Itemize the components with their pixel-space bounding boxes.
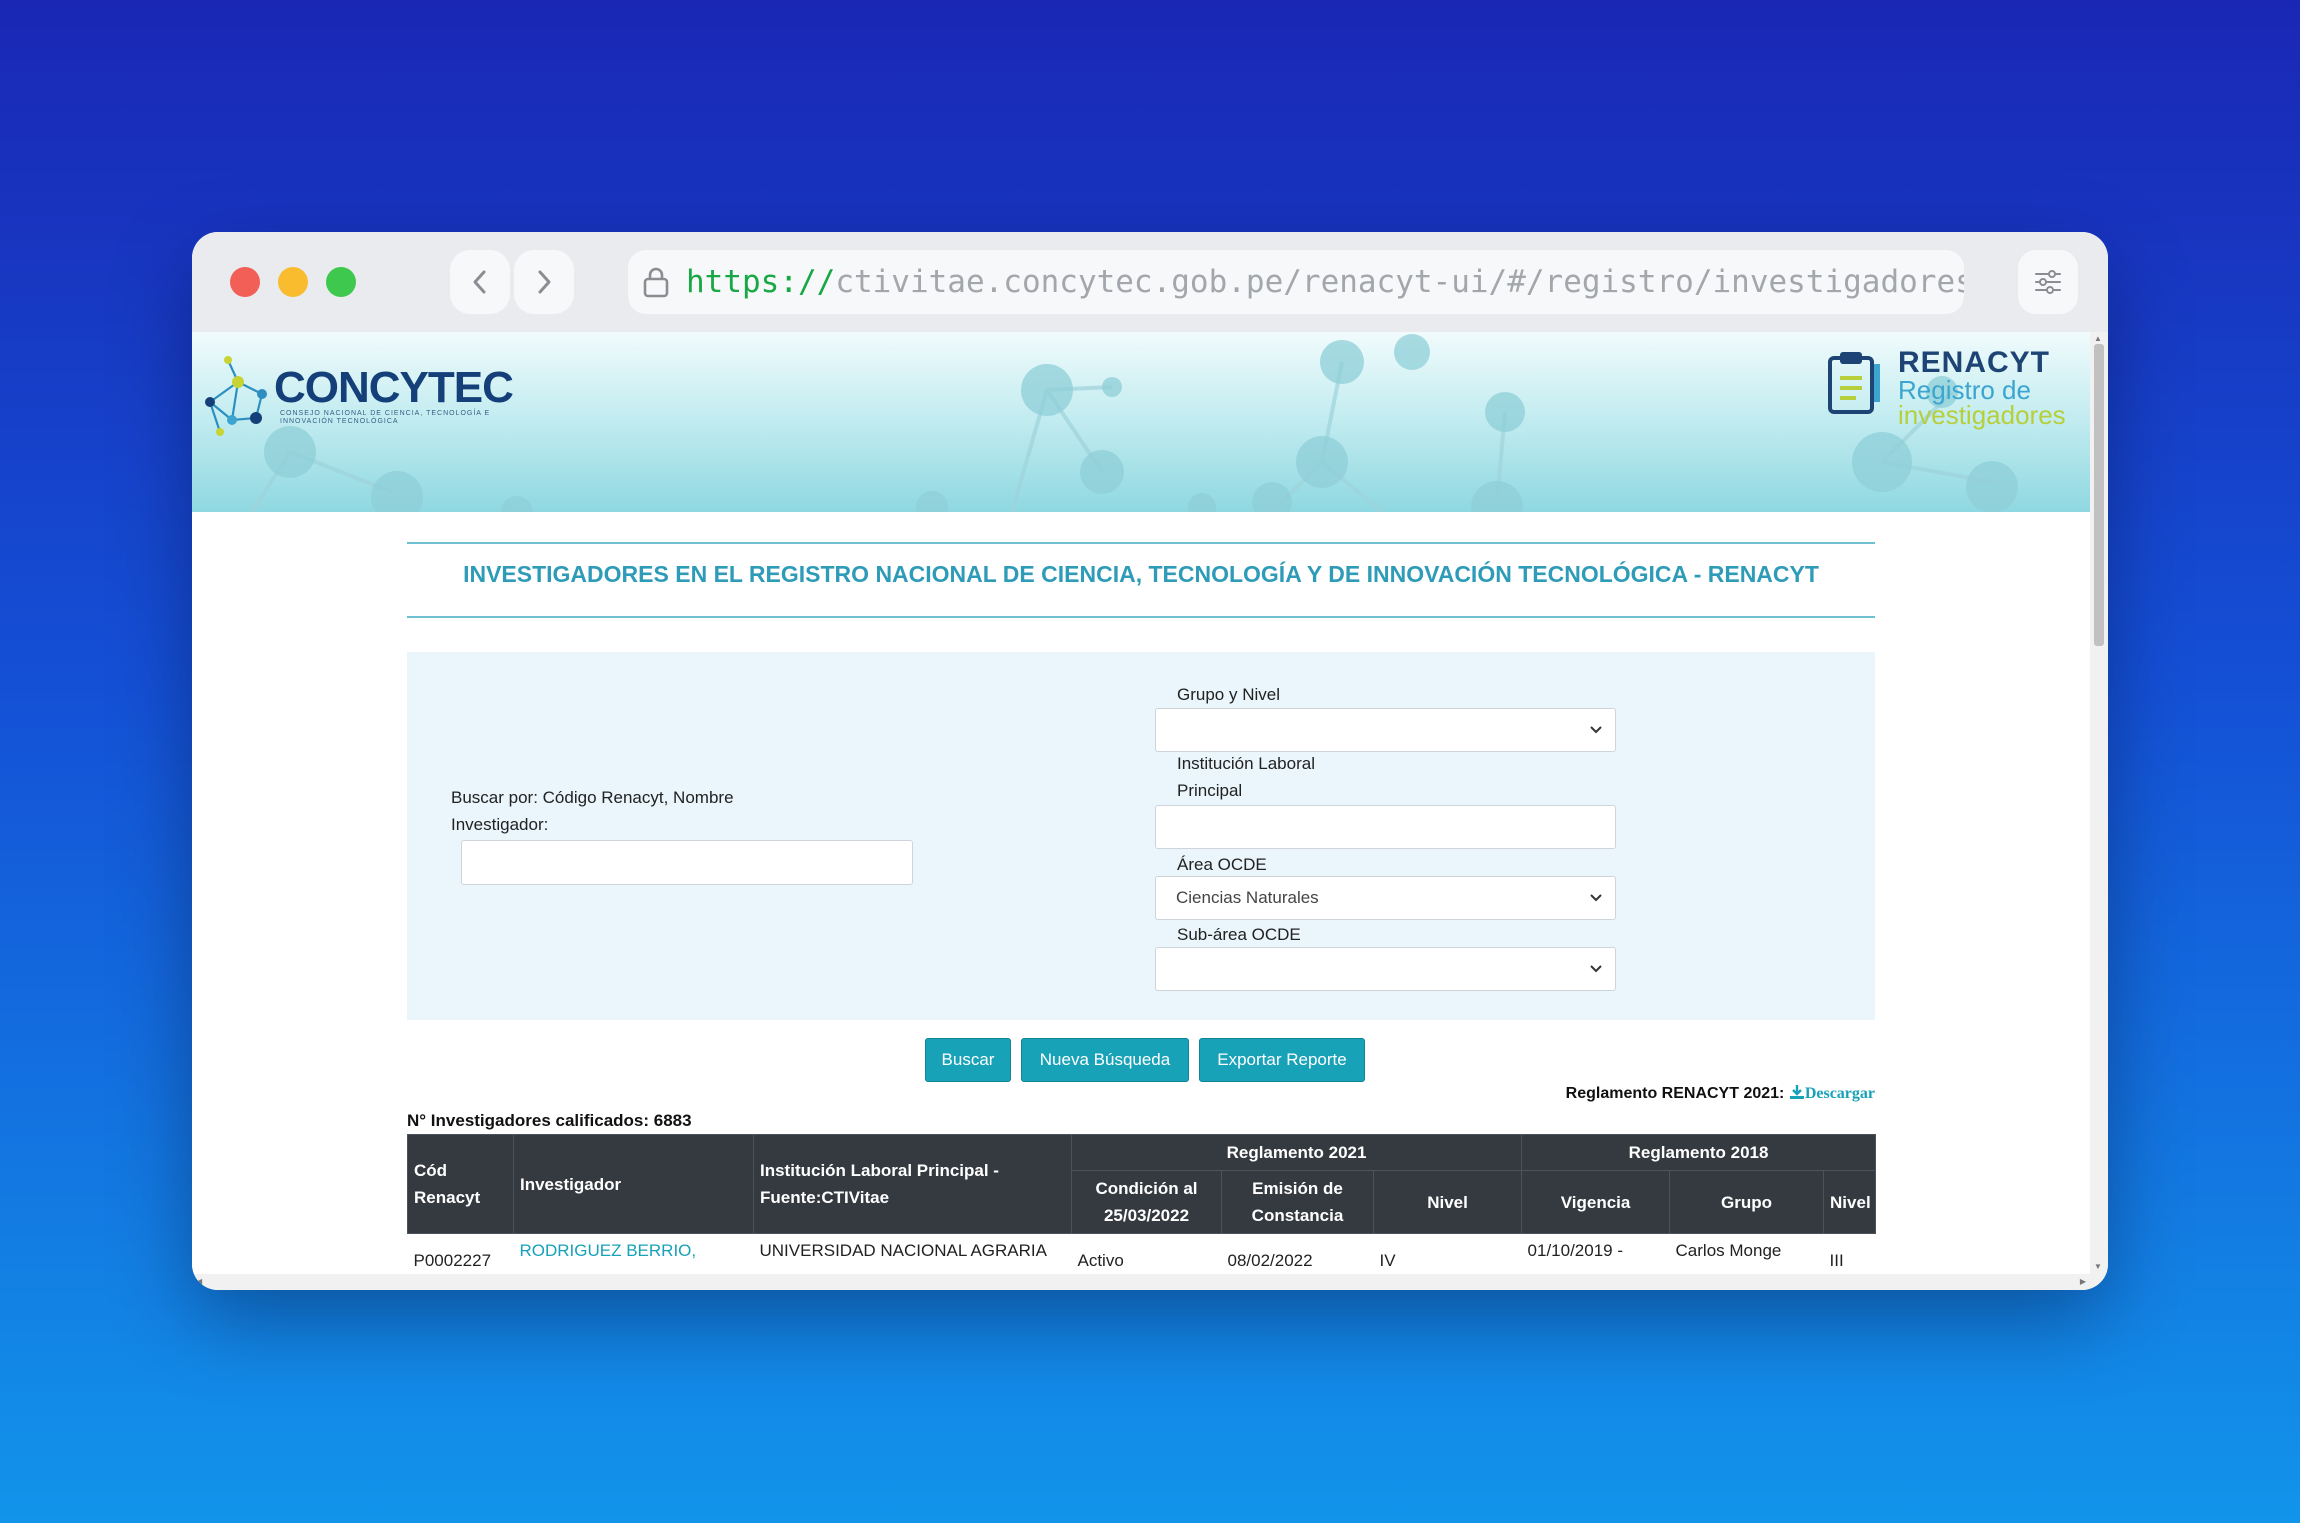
site-banner: CONCYTEC CONSEJO NACIONAL DE CIENCIA, TE… (192, 332, 2090, 512)
area-select-value: Ciencias Naturales (1176, 888, 1319, 907)
col-nivel-2018[interactable]: Nivel (1823, 1170, 1877, 1234)
subarea-select[interactable] (1155, 947, 1616, 991)
cell-condicion: Activo (1077, 1251, 1124, 1270)
cell-nivel: IV (1379, 1251, 1396, 1270)
area-label: Área OCDE (1177, 855, 1267, 874)
col-institucion[interactable]: Institución Laboral Principal - Fuente:CT… (753, 1134, 1072, 1234)
vertical-scrollbar[interactable]: ▲ ▼ (2090, 332, 2108, 1274)
buscar-label-1: Buscar por: Código Renacyt, Nombre (451, 788, 734, 807)
concytec-logo-text: CONCYTEC (274, 363, 514, 412)
concytec-subtitle: CONSEJO NACIONAL DE CIENCIA, TECNOLOGÍA … (280, 410, 491, 425)
download-icon (1789, 1085, 1804, 1099)
close-window-button[interactable] (230, 267, 260, 297)
horizontal-scrollbar[interactable]: ◀ ▶ (192, 1274, 2108, 1290)
area-select[interactable]: Ciencias Naturales (1155, 876, 1616, 920)
chevron-down-icon (1590, 894, 1602, 902)
col-emision[interactable]: Emisión de Constancia (1221, 1170, 1374, 1234)
col-condicion[interactable]: Condición al 25/03/2022 (1071, 1170, 1222, 1234)
browser-titlebar: https://ctivitae.concytec.gob.pe/renacyt… (192, 232, 2108, 332)
col-condicion-line-1: Condición al (1095, 1179, 1198, 1198)
title-rule-bottom (407, 616, 1875, 618)
table-header-row-1: Cód Renacyt Investigador Institución Labo… (407, 1134, 1877, 1234)
cell-vigencia: 01/10/2019 - (1527, 1241, 1623, 1260)
chevron-down-icon (1590, 965, 1602, 973)
col-emision-line-2: Constancia (1251, 1206, 1344, 1225)
sliders-icon (2035, 270, 2061, 294)
forward-button[interactable] (514, 250, 574, 314)
cell-investigador-link[interactable]: RODRIGUEZ BERRIO, (514, 1234, 754, 1275)
cell-cod: P0002227 (413, 1251, 492, 1270)
institucion-label-1: Institución Laboral (1177, 754, 1315, 773)
page-title: INVESTIGADORES EN EL REGISTRO NACIONAL D… (463, 561, 1819, 587)
col-vigencia[interactable]: Vigencia (1521, 1170, 1671, 1234)
col-cod-line-2: Renacyt (414, 1188, 481, 1207)
concytec-logo-icon (205, 356, 267, 436)
lock-icon (643, 267, 669, 298)
col-emision-line-1: Emisión de (1252, 1179, 1343, 1198)
nueva-busqueda-button[interactable]: Nueva Búsqueda (1021, 1038, 1189, 1082)
clipboard-icon (1828, 352, 1880, 414)
subarea-label: Sub-área OCDE (1177, 925, 1301, 944)
cell-institucion: UNIVERSIDAD NACIONAL AGRARIA (759, 1241, 1048, 1260)
back-button[interactable] (450, 250, 510, 314)
col-nivel-2021[interactable]: Nivel (1372, 1170, 1523, 1234)
grupo-select[interactable] (1155, 708, 1616, 752)
institucion-label-2: Principal (1177, 781, 1243, 800)
reglamento-2021: Reglamento RENACYT 2021: Descargar (1566, 1084, 1875, 1103)
cell-nivel-2018: III (1829, 1251, 1844, 1270)
browser-menu-button[interactable] (2018, 250, 2078, 314)
address-bar[interactable]: https://ctivitae.concytec.gob.pe/renacyt… (628, 250, 1964, 314)
descargar-link-text: Descargar (1804, 1085, 1875, 1102)
cell-emision: 08/02/2022 (1227, 1251, 1313, 1270)
col-institucion-line-1: Institución Laboral Principal - (760, 1161, 999, 1180)
scrollbar-thumb[interactable] (2094, 344, 2104, 646)
col-grupo[interactable]: Grupo (1669, 1170, 1825, 1234)
col-investigador[interactable]: Investigador (513, 1134, 754, 1234)
reglamento-label: Reglamento RENACYT 2021: (1565, 1085, 1789, 1102)
buscar-button[interactable]: Buscar (925, 1038, 1011, 1082)
buscar-input[interactable] (461, 840, 913, 885)
investigadores-count: N° Investigadores calificados: 6883 (407, 1111, 692, 1130)
scroll-right-arrow[interactable]: ▶ (2080, 1277, 2086, 1286)
main-content: INVESTIGADORES EN EL REGISTRO NACIONAL D… (407, 512, 1877, 1270)
grupo-label: Grupo y Nivel (1177, 685, 1280, 704)
url-path: ctivitae.concytec.gob.pe/renacyt-ui/#/re… (835, 264, 1964, 300)
descargar-link[interactable]: Descargar (1789, 1085, 1875, 1102)
minimize-window-button[interactable] (278, 267, 308, 297)
scroll-up-arrow[interactable]: ▲ (2094, 334, 2102, 344)
col-cod-line-1: Cód (414, 1161, 448, 1180)
col-institucion-line-2: Fuente:CTIVitae (760, 1188, 890, 1207)
search-panel: Buscar por: Código Renacyt, Nombre Inves… (407, 652, 1875, 1020)
concytec-wordmark: CONCYTEC (274, 363, 514, 412)
institucion-input[interactable] (1155, 805, 1616, 849)
chevron-right-icon (538, 270, 551, 294)
buscar-label-2: Investigador: (451, 815, 549, 834)
renacyt-subtitle-2: investigadores (1898, 400, 2066, 430)
col-condicion-line-2: 25/03/2022 (1103, 1206, 1190, 1225)
group-reglamento-2018: Reglamento 2018 (1521, 1134, 1877, 1171)
results-table: Cód Renacyt Investigador Institución Labo… (407, 1134, 1877, 1275)
table-row: P0002227 RODRIGUEZ BERRIO, UNIVERSIDAD N… (408, 1234, 1876, 1275)
col-cod-renacyt[interactable]: Cód Renacyt (407, 1134, 514, 1234)
cell-grupo: Carlos Monge (1675, 1241, 1782, 1260)
scroll-left-arrow[interactable]: ◀ (196, 1277, 202, 1286)
url-scheme: https:// (686, 264, 836, 300)
group-reglamento-2021: Reglamento 2021 (1070, 1134, 1523, 1171)
exportar-reporte-button[interactable]: Exportar Reporte (1199, 1038, 1365, 1082)
browser-window: https://ctivitae.concytec.gob.pe/renacyt… (192, 232, 2108, 1290)
maximize-window-button[interactable] (326, 267, 356, 297)
page-viewport: CONCYTEC CONSEJO NACIONAL DE CIENCIA, TE… (192, 332, 2090, 1274)
chevron-down-icon (1590, 726, 1602, 734)
scroll-down-arrow[interactable]: ▼ (2094, 1262, 2102, 1272)
chevron-left-icon (473, 270, 486, 294)
url-text: https://ctivitae.concytec.gob.pe/renacyt… (686, 264, 1964, 300)
